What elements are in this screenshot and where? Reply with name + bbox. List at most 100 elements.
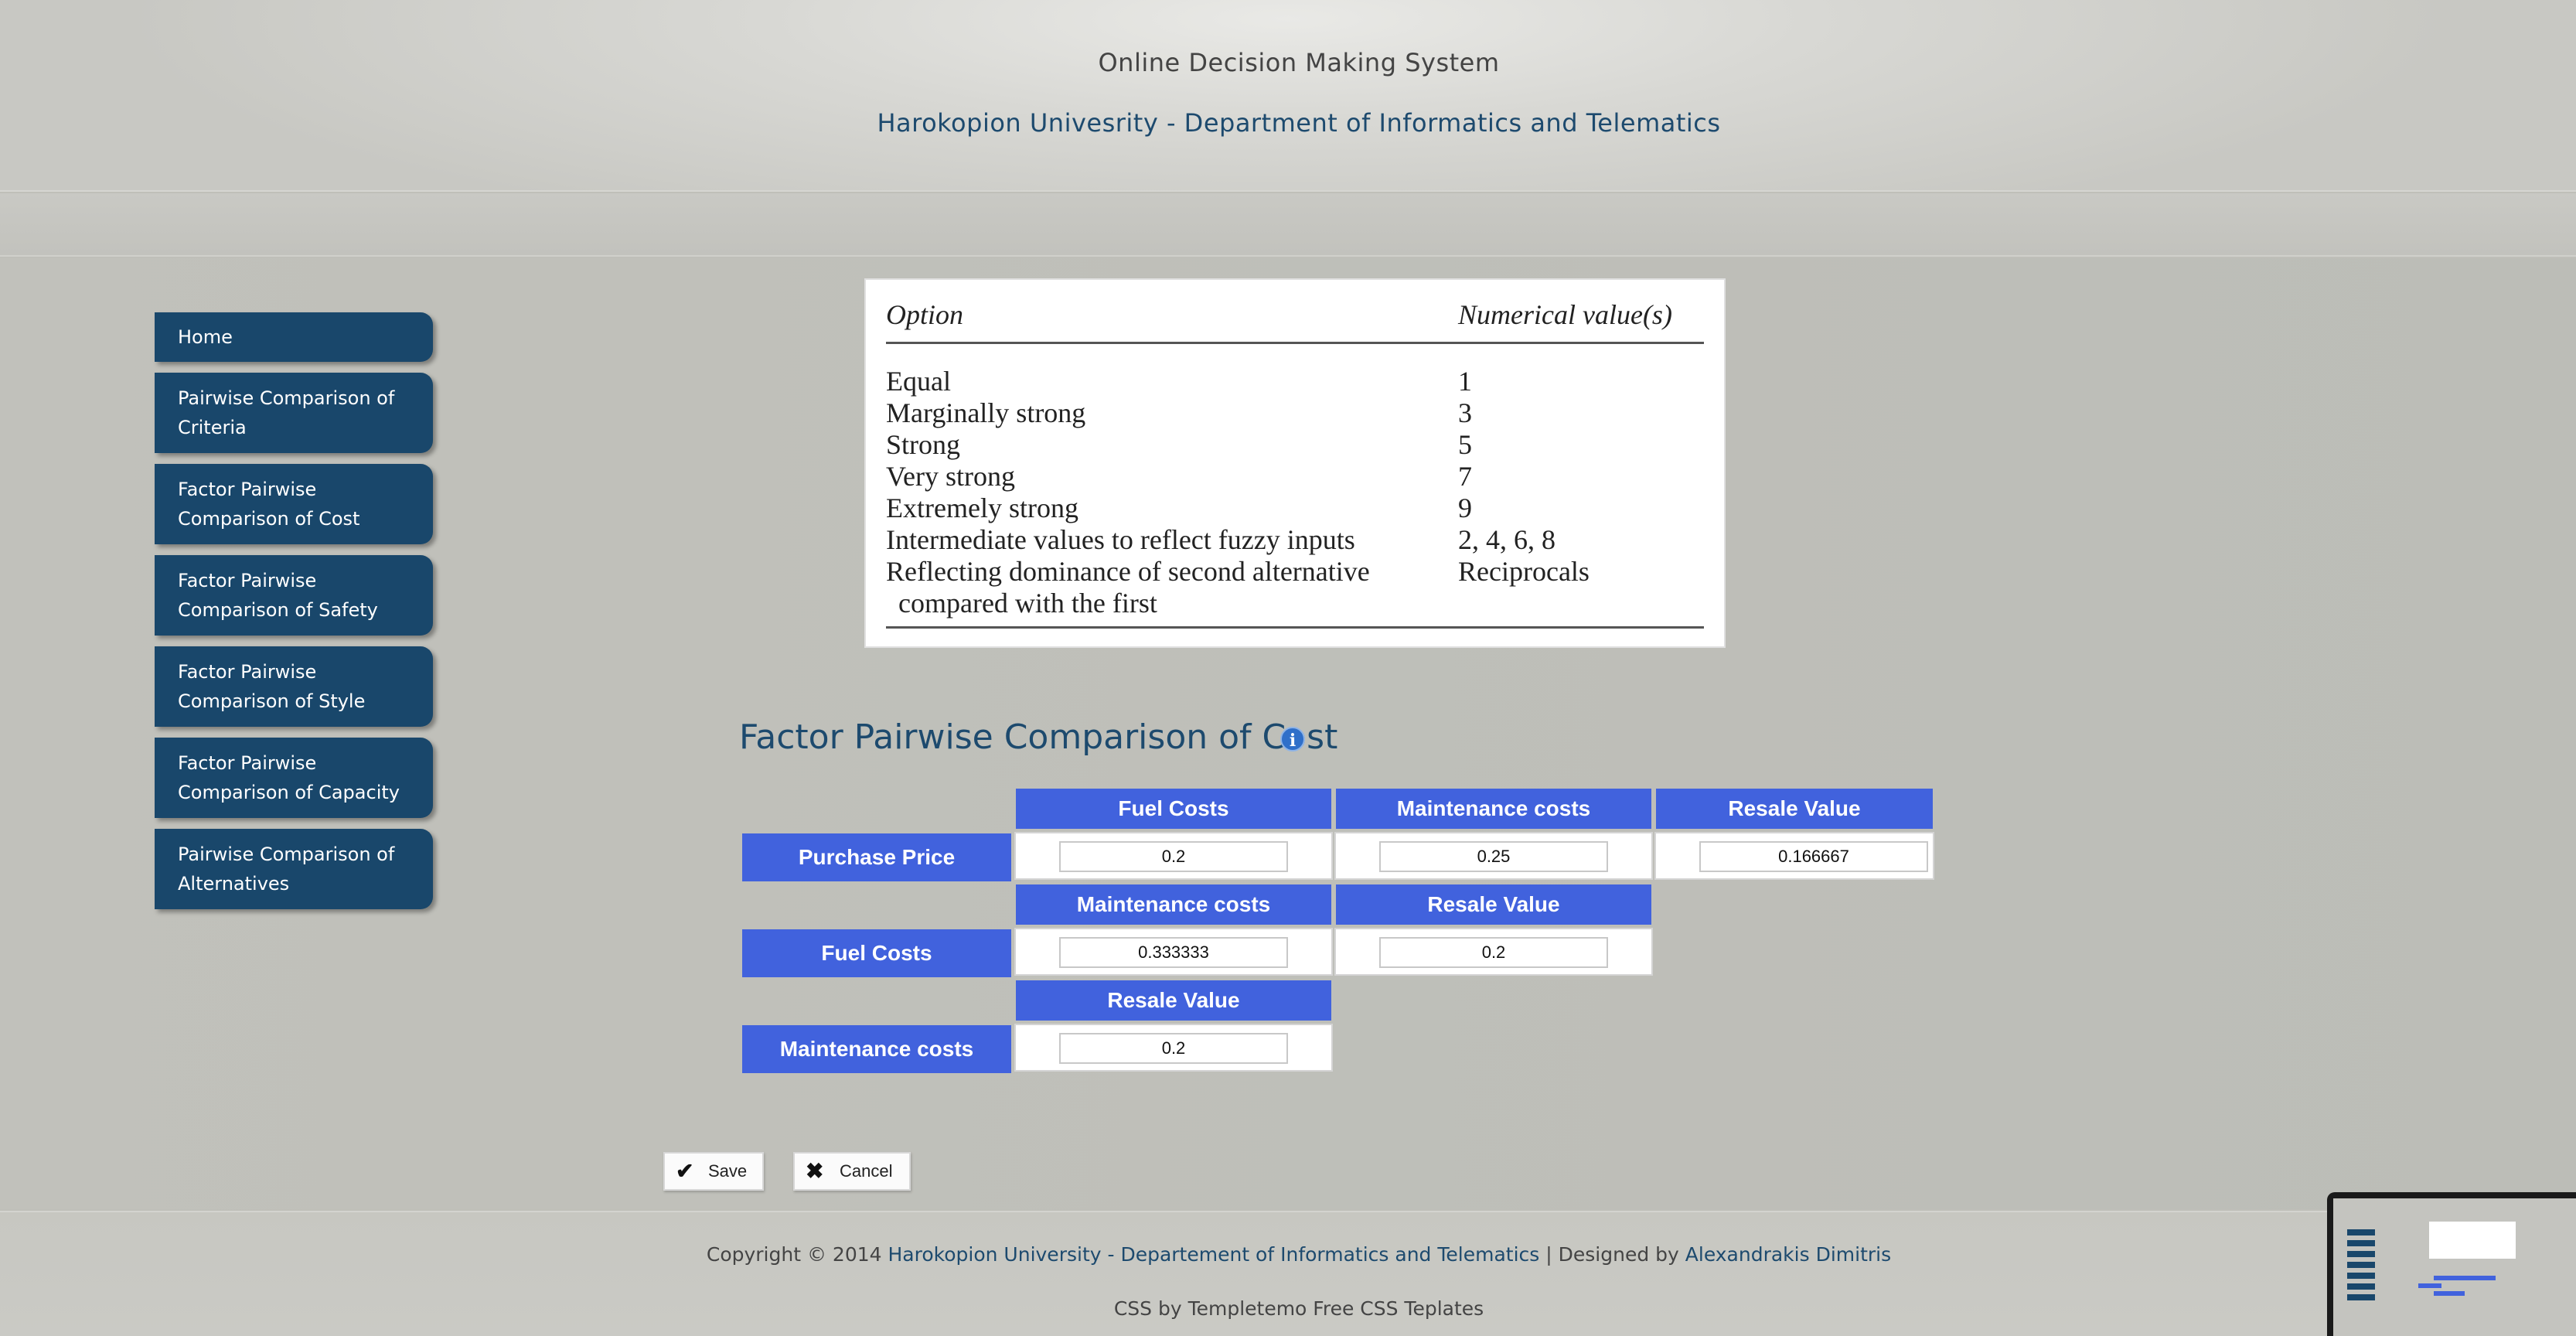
checkmark-icon: ✔: [676, 1159, 694, 1183]
designed-by-text: | Designed by: [1545, 1243, 1679, 1266]
sidebar-item-label: Factor Pairwise: [178, 661, 317, 683]
sidebar-item-label: Factor Pairwise: [178, 479, 317, 500]
sidebar-item-factor-style[interactable]: Factor Pairwise Comparison of Style: [155, 646, 433, 727]
sidebar-item-label: Pairwise Comparison of: [178, 844, 395, 865]
comparison-input[interactable]: [1379, 841, 1608, 872]
screenshot-thumbnail[interactable]: [2327, 1192, 2576, 1336]
sidebar-item-label: Comparison of Safety: [178, 599, 378, 621]
thumbnail-detail: [2347, 1240, 2375, 1246]
save-label: Save: [708, 1161, 748, 1181]
comparison-input[interactable]: [1699, 841, 1928, 872]
table-rule: [886, 626, 1704, 629]
table-rule: [886, 342, 1704, 344]
scale-row: Equal 1: [886, 365, 1704, 397]
comparison-cell: [1334, 928, 1653, 976]
thumbnail-detail: [2347, 1283, 2375, 1290]
scale-reference-table: Option Numerical value(s) Equal 1 Margin…: [864, 278, 1726, 648]
row-header: Maintenance costs: [742, 1025, 1011, 1073]
sidebar-item-pairwise-alternatives[interactable]: Pairwise Comparison of Alternatives: [155, 829, 433, 909]
thumbnail-detail: [2347, 1262, 2375, 1268]
scale-option: Strong: [886, 429, 961, 460]
scale-row: Marginally strong 3: [886, 397, 1704, 429]
scale-option: compared with the first: [898, 588, 1157, 619]
sidebar-item-label: Home: [178, 326, 233, 348]
scale-option: Reflecting dominance of second alternati…: [886, 556, 1370, 587]
sidebar-item-pairwise-criteria[interactable]: Pairwise Comparison of Criteria: [155, 373, 433, 453]
scale-value: 7: [1458, 461, 1472, 492]
copyright-text: Copyright © 2014: [706, 1243, 882, 1266]
page-title: Factor Pairwise Comparison of Cost: [739, 717, 1338, 757]
column-header: Resale Value: [1016, 980, 1331, 1021]
site-subtitle: Harokopion Univesrity - Department of In…: [877, 108, 1721, 138]
thumbnail-detail: [2347, 1251, 2375, 1257]
column-header: Resale Value: [1336, 884, 1651, 925]
scale-option: Very strong: [886, 461, 1015, 492]
thumbnail-detail: [2434, 1276, 2496, 1280]
row-header: Purchase Price: [742, 833, 1011, 881]
column-header: Fuel Costs: [1016, 789, 1331, 829]
cancel-button[interactable]: ✖ Cancel: [793, 1152, 911, 1191]
scale-option: Extremely strong: [886, 492, 1078, 523]
column-header: Maintenance costs: [1016, 884, 1331, 925]
scale-row: Very strong 7: [886, 460, 1704, 492]
site-header: [0, 0, 2576, 192]
comparison-cell: [1014, 1024, 1333, 1072]
scale-value: 5: [1458, 429, 1472, 460]
thumbnail-detail: [2347, 1229, 2375, 1235]
thumbnail-preview: [2333, 1198, 2576, 1336]
column-header: Resale Value: [1656, 789, 1933, 829]
cancel-label: Cancel: [840, 1161, 893, 1181]
scale-row: Intermediate values to reflect fuzzy inp…: [886, 523, 1704, 556]
scale-value: 1: [1458, 366, 1472, 397]
sidebar-item-label: Criteria: [178, 417, 247, 438]
sidebar-item-factor-safety[interactable]: Factor Pairwise Comparison of Safety: [155, 555, 433, 636]
university-link[interactable]: Harokopion University - Departement of I…: [888, 1243, 1540, 1266]
comparison-input[interactable]: [1059, 1033, 1288, 1064]
comparison-cell: [1014, 928, 1333, 976]
sidebar-item-factor-capacity[interactable]: Factor Pairwise Comparison of Capacity: [155, 738, 433, 818]
scale-row: Reflecting dominance of second alternati…: [886, 555, 1704, 588]
sidebar-item-label: Alternatives: [178, 873, 290, 895]
thumbnail-detail: [2347, 1294, 2375, 1300]
scale-row: Strong 5: [886, 428, 1704, 461]
scale-row: Extremely strong 9: [886, 492, 1704, 524]
sidebar-item-label: Factor Pairwise: [178, 752, 317, 774]
row-header: Fuel Costs: [742, 929, 1011, 977]
save-button[interactable]: ✔ Save: [663, 1152, 764, 1191]
comparison-input[interactable]: [1059, 841, 1288, 872]
sidebar-item-label: Factor Pairwise: [178, 570, 317, 591]
scale-value: Reciprocals: [1458, 556, 1590, 587]
close-icon: ✖: [806, 1159, 824, 1183]
sidebar-item-label: Comparison of Cost: [178, 508, 360, 530]
thumbnail-detail: [2434, 1291, 2465, 1296]
thumbnail-detail: [2418, 1283, 2441, 1288]
scale-option: Intermediate values to reflect fuzzy inp…: [886, 524, 1355, 555]
footer-copyright: Copyright © 2014 Harokopion University -…: [0, 1243, 2576, 1266]
scale-option: Marginally strong: [886, 397, 1086, 428]
sidebar-item-label: Pairwise Comparison of: [178, 387, 395, 409]
header-band: [0, 193, 2576, 257]
column-header: Maintenance costs: [1336, 789, 1651, 829]
comparison-input[interactable]: [1059, 937, 1288, 968]
comparison-cell: [1654, 832, 1934, 880]
sidebar-item-factor-cost[interactable]: Factor Pairwise Comparison of Cost: [155, 464, 433, 544]
scale-row-continuation: compared with the first: [898, 587, 1716, 619]
site-title: Online Decision Making System: [1098, 48, 1500, 77]
info-icon[interactable]: i: [1280, 727, 1305, 752]
sidebar-item-home[interactable]: Home: [155, 312, 433, 362]
sidebar-item-label: Comparison of Style: [178, 690, 366, 712]
comparison-input[interactable]: [1379, 937, 1608, 968]
sidebar-nav: Home Pairwise Comparison of Criteria Fac…: [155, 312, 433, 920]
scale-value: 9: [1458, 492, 1472, 523]
thumbnail-detail: [2347, 1273, 2375, 1279]
comparison-cell: [1014, 832, 1333, 880]
scale-header-value: Numerical value(s): [1458, 299, 1672, 330]
scale-value: 2, 4, 6, 8: [1458, 524, 1555, 555]
designer-link[interactable]: Alexandrakis Dimitris: [1685, 1243, 1891, 1266]
sidebar-item-label: Comparison of Capacity: [178, 782, 400, 803]
thumbnail-detail: [2429, 1222, 2516, 1259]
scale-value: 3: [1458, 397, 1472, 428]
footer-credit: CSS by Templetemo Free CSS Teplates: [1113, 1297, 1484, 1320]
scale-option: Equal: [886, 366, 951, 397]
comparison-cell: [1334, 832, 1653, 880]
